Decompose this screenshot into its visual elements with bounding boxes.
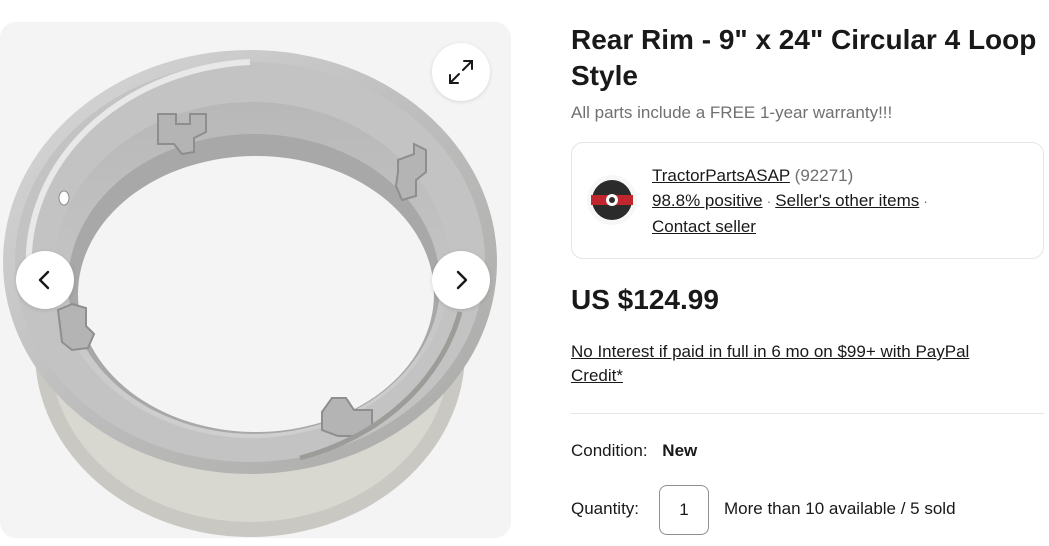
seller-info: TractorPartsASAP (92271) 98.8% positive ·… bbox=[652, 163, 1032, 239]
positive-feedback-link[interactable]: 98.8% positive bbox=[652, 191, 763, 210]
listing-subtitle: All parts include a FREE 1-year warranty… bbox=[571, 103, 893, 122]
separator-dot: · bbox=[766, 193, 772, 209]
condition-label: Condition: bbox=[571, 441, 648, 460]
chevron-left-icon bbox=[38, 270, 50, 290]
seller-name-link[interactable]: TractorPartsASAP bbox=[652, 166, 790, 185]
separator-dot: · bbox=[923, 193, 928, 209]
item-price: US $124.99 bbox=[571, 284, 719, 315]
previous-image-button[interactable] bbox=[16, 251, 74, 309]
next-image-button[interactable] bbox=[432, 251, 490, 309]
condition-row: Condition: New bbox=[571, 441, 697, 461]
quantity-label: Quantity: bbox=[571, 499, 640, 518]
seller-card: TractorPartsASAP (92271) 98.8% positive ·… bbox=[571, 142, 1044, 259]
expand-arrows-icon bbox=[449, 60, 473, 84]
seller-name-row: TractorPartsASAP (92271) bbox=[652, 163, 1032, 188]
chevron-right-icon bbox=[456, 270, 468, 290]
condition-value: New bbox=[662, 441, 698, 460]
paypal-credit-link[interactable]: No Interest if paid in full in 6 mo on $… bbox=[571, 340, 1021, 388]
product-image-gallery[interactable] bbox=[0, 22, 511, 538]
divider bbox=[571, 413, 1044, 414]
quantity-input[interactable] bbox=[659, 485, 709, 535]
contact-seller-link[interactable]: Contact seller bbox=[652, 217, 756, 236]
seller-logo-image bbox=[591, 180, 633, 220]
seller-logo[interactable] bbox=[587, 175, 637, 225]
expand-image-button[interactable] bbox=[432, 43, 490, 101]
listing-title: Rear Rim - 9" x 24" Circular 4 Loop Styl… bbox=[571, 24, 1037, 91]
seller-feedback-count: (92271) bbox=[794, 166, 854, 185]
seller-contact-row: Contact seller bbox=[652, 214, 1032, 239]
seller-links-row: 98.8% positive · Seller's other items · bbox=[652, 188, 1032, 214]
sellers-other-items-link[interactable]: Seller's other items bbox=[775, 191, 919, 210]
availability-text: More than 10 available / 5 sold bbox=[724, 499, 956, 518]
